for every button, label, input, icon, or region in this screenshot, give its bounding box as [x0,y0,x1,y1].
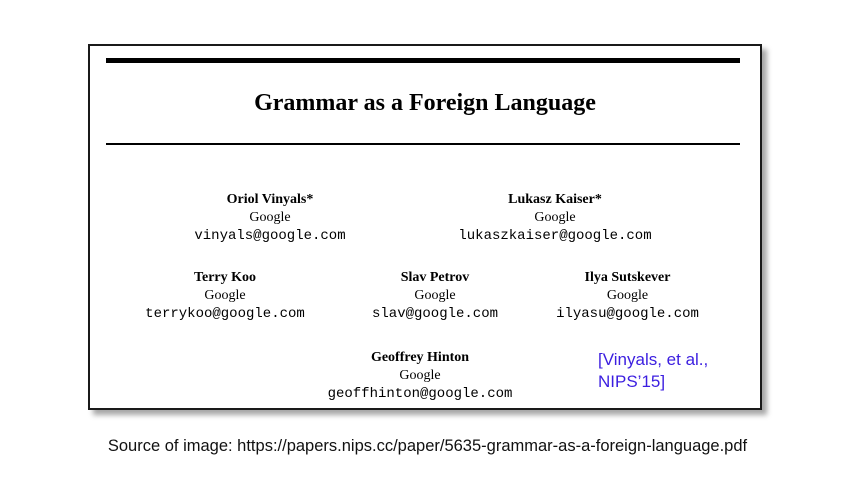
author-block-sutskever: Ilya Sutskever Google ilyasu@google.com [540,269,715,323]
author-email: vinyals@google.com [194,228,346,244]
author-email: slav@google.com [371,306,499,322]
author-email: lukaszkaiser@google.com [458,228,652,244]
author-affiliation: Google [249,210,291,225]
author-block-koo: Terry Koo Google terrykoo@google.com [130,269,320,323]
citation-label: [Vinyals, et al., NIPS’15] [598,349,708,393]
citation-line-1: [Vinyals, et al., [598,350,709,369]
author-block-vinyals: Oriol Vinyals* Google vinyals@google.com [165,191,375,245]
image-source-caption: Source of image: https://papers.nips.cc/… [107,437,748,455]
author-affiliation: Google [606,288,649,303]
author-affiliation: Google [399,368,441,383]
author-block-petrov: Slav Petrov Google slav@google.com [355,269,515,323]
author-block-hinton: Geoffrey Hinton Google geoffhinton@googl… [310,349,530,403]
author-name: Ilya Sutskever [584,270,671,285]
citation-line-2: NIPS’15] [598,372,666,391]
author-name: Lukasz Kaiser* [508,192,602,207]
author-affiliation: Google [534,210,576,225]
author-email: terrykoo@google.com [145,306,305,322]
author-email: ilyasu@google.com [556,306,699,322]
author-name: Geoffrey Hinton [370,350,470,365]
author-email: geoffhinton@google.com [327,386,513,402]
author-name: Slav Petrov [400,270,470,285]
title-rule [106,143,740,145]
author-affiliation: Google [414,288,456,303]
author-block-kaiser: Lukasz Kaiser* Google lukaszkaiser@googl… [435,191,675,245]
paper-title: Grammar as a Foreign Language [254,90,596,116]
paper-header-image: Grammar as a Foreign Language Oriol Viny… [88,44,762,410]
author-name: Oriol Vinyals* [226,192,314,207]
author-affiliation: Google [204,288,246,303]
author-name: Terry Koo [193,270,257,285]
top-rule [106,58,740,63]
